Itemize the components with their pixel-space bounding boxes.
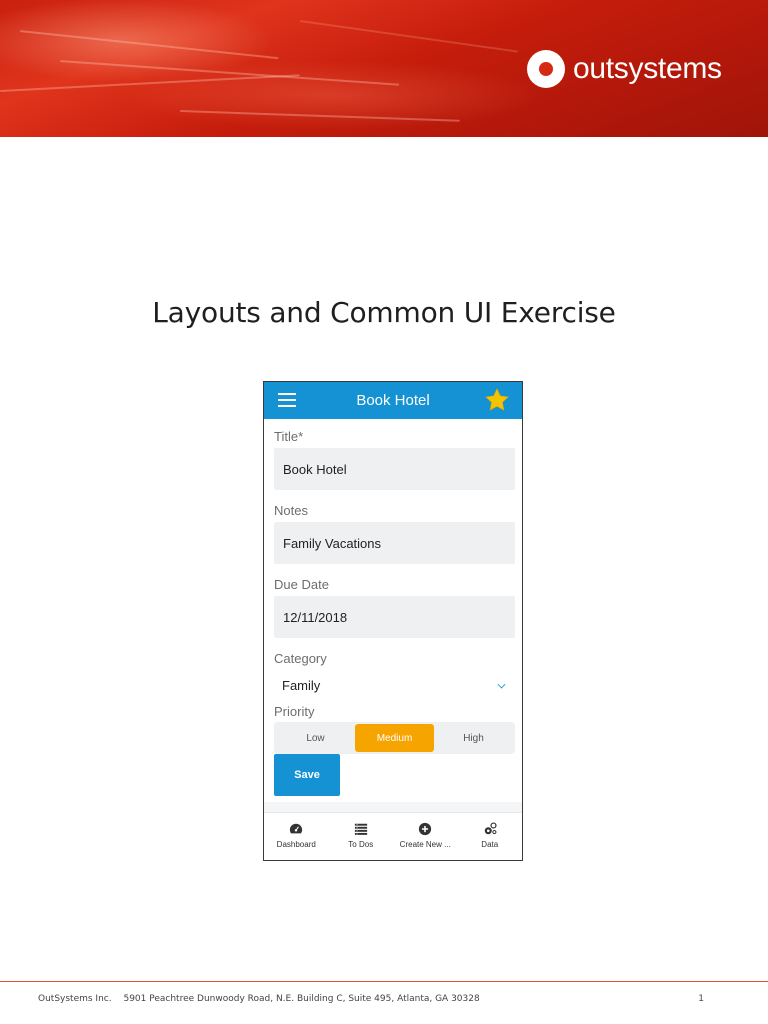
tab-data[interactable]: Data	[458, 813, 523, 860]
notes-input[interactable]: Family Vacations	[274, 522, 515, 564]
category-select[interactable]: Family	[274, 670, 515, 700]
add-circle-icon	[419, 822, 432, 836]
page-number: 1	[698, 994, 704, 1004]
phone-mockup: Book Hotel Title* Book Hotel Notes Famil…	[263, 381, 523, 861]
footer-address-line: OutSystems Inc. 5901 Peachtree Dunwoody …	[38, 994, 480, 1004]
due-date-input[interactable]: 12/11/2018	[274, 596, 515, 638]
chevron-down-icon	[497, 680, 506, 689]
page-title: Layouts and Common UI Exercise	[152, 296, 616, 329]
tab-create-new-label: Create New ...	[399, 840, 451, 849]
title-input[interactable]: Book Hotel	[274, 448, 515, 490]
outsystems-logo: outsystems	[527, 50, 722, 88]
notes-label: Notes	[274, 503, 308, 518]
category-label: Category	[274, 651, 327, 666]
category-value: Family	[282, 678, 321, 693]
footer-divider	[0, 981, 768, 982]
app-bar: Book Hotel	[264, 382, 522, 419]
dashboard-icon	[290, 823, 303, 834]
footer-address: 5901 Peachtree Dunwoody Road, N.E. Build…	[123, 994, 480, 1004]
logo-mark-icon	[527, 50, 565, 88]
tab-dashboard[interactable]: Dashboard	[264, 813, 329, 860]
priority-medium-button[interactable]: Medium	[355, 724, 434, 752]
star-icon[interactable]	[484, 387, 510, 413]
save-button[interactable]: Save	[274, 754, 340, 796]
priority-label: Priority	[274, 704, 315, 719]
tab-dashboard-label: Dashboard	[276, 840, 316, 849]
tab-todos[interactable]: To Dos	[329, 813, 394, 860]
tab-todos-label: To Dos	[348, 840, 374, 849]
tab-data-label: Data	[481, 840, 499, 849]
header-banner: outsystems	[0, 0, 768, 137]
priority-low-button[interactable]: Low	[276, 724, 355, 752]
bottom-tab-bar: Dashboard To Dos Create New ... Data	[264, 812, 522, 860]
list-icon	[354, 823, 367, 835]
priority-button-group: Low Medium High	[274, 722, 515, 754]
priority-high-button[interactable]: High	[434, 724, 513, 752]
logo-text: outsystems	[573, 52, 722, 85]
gears-icon	[484, 822, 497, 835]
todo-form: Title* Book Hotel Notes Family Vacations…	[264, 419, 522, 796]
tab-create-new[interactable]: Create New ...	[393, 813, 458, 860]
due-date-label: Due Date	[274, 577, 329, 592]
title-label: Title*	[274, 429, 304, 444]
footer-company: OutSystems Inc.	[38, 994, 112, 1004]
